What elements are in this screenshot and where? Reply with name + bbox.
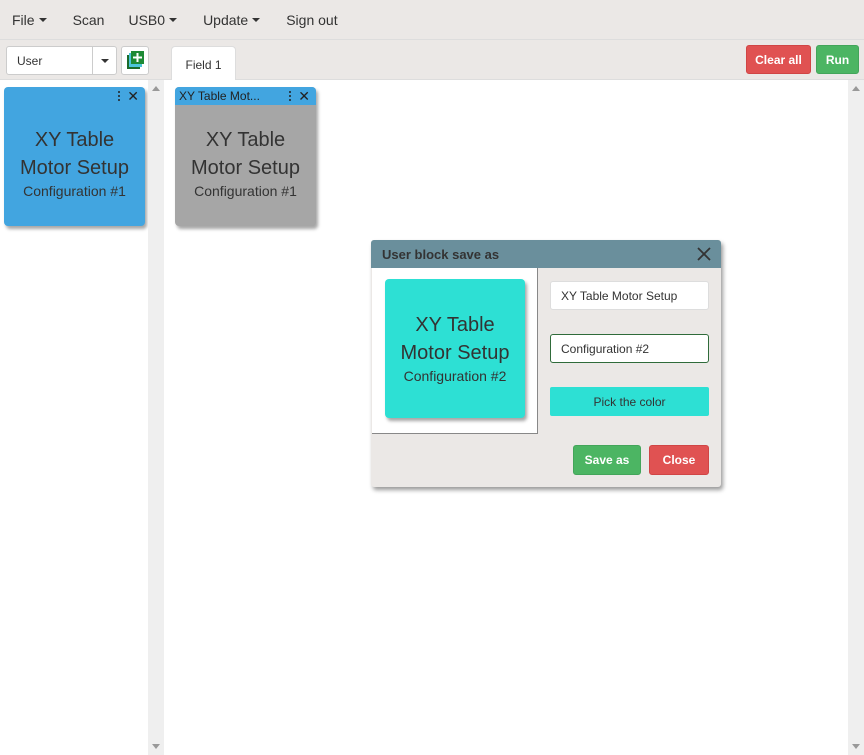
block-subtitle: Configuration #1: [23, 183, 126, 199]
block-title-line1: XY Table: [205, 129, 286, 151]
scroll-up-icon[interactable]: [852, 86, 860, 91]
run-button[interactable]: Run: [816, 45, 859, 74]
category-select[interactable]: User: [6, 46, 117, 75]
scroll-down-icon[interactable]: [152, 744, 160, 749]
block-subtitle-input[interactable]: Configuration #2: [550, 334, 709, 363]
select-arrow[interactable]: [92, 47, 116, 74]
block-subtitle: Configuration #1: [194, 183, 297, 199]
clear-all-label: Clear all: [755, 52, 802, 67]
block-title-line2: Motor Setup: [191, 157, 300, 179]
menu-file[interactable]: File: [12, 12, 47, 28]
block-title-line1: XY Table: [34, 129, 115, 151]
workspace-block-header-label: XY Table Mot...: [179, 89, 260, 103]
menu-bar: File Scan USB0 Update Sign out: [0, 0, 864, 40]
add-block-icon: [127, 51, 144, 69]
block-name-value: XY Table Motor Setup: [561, 288, 678, 303]
menu-usb0-label: USB0: [128, 11, 166, 28]
pick-color-label: Pick the color: [593, 394, 666, 409]
more-vertical-icon[interactable]: [288, 89, 292, 103]
sidebar-scrollbar[interactable]: [148, 80, 164, 755]
clear-all-button[interactable]: Clear all: [746, 45, 811, 74]
preview-subtitle: Configuration #2: [403, 368, 507, 384]
menu-usb0[interactable]: USB0: [128, 11, 178, 28]
caret-down-icon: [169, 17, 178, 22]
workspace-scrollbar[interactable]: [848, 80, 864, 755]
menu-scan-label: Scan: [72, 11, 105, 28]
block-preview: XY Table Motor Setup Configuration #2: [385, 279, 525, 418]
block-palette: ✕ XY Table Motor Setup Configuration #1: [0, 80, 148, 755]
menu-update[interactable]: Update: [203, 11, 261, 28]
category-select-value: User: [17, 53, 43, 68]
tab-field-1[interactable]: Field 1: [171, 46, 236, 81]
close-icon[interactable]: [695, 245, 713, 263]
caret-down-icon: [252, 17, 261, 22]
dialog-header[interactable]: User block save as: [371, 240, 721, 268]
menu-file-label: File: [12, 11, 35, 28]
block-actions: ✕: [117, 89, 139, 103]
close-label: Close: [662, 453, 696, 467]
close-icon[interactable]: ✕: [298, 89, 310, 103]
run-label: Run: [825, 52, 850, 67]
scroll-up-icon[interactable]: [152, 86, 160, 91]
save-as-button[interactable]: Save as: [573, 445, 641, 475]
preview-title-line2: Motor Setup: [400, 342, 510, 364]
add-block-button[interactable]: [121, 46, 149, 75]
workspace-block[interactable]: XY Table Mot... ✕ XY Table Motor Setup C…: [175, 87, 316, 226]
tab-field-1-label: Field 1: [185, 58, 222, 72]
block-subtitle-value: Configuration #2: [561, 341, 650, 356]
block-preview-pane: XY Table Motor Setup Configuration #2: [372, 268, 538, 434]
dialog-title: User block save as: [382, 246, 500, 262]
close-button[interactable]: Close: [649, 445, 709, 475]
palette-block[interactable]: ✕ XY Table Motor Setup Configuration #1: [4, 87, 145, 226]
workspace-block-header[interactable]: XY Table Mot... ✕: [175, 87, 316, 105]
menu-update-label: Update: [203, 11, 249, 28]
menu-scan[interactable]: Scan: [73, 12, 105, 28]
caret-down-icon: [38, 17, 47, 22]
block-title-line2: Motor Setup: [20, 157, 129, 179]
more-vertical-icon[interactable]: [117, 89, 121, 103]
close-icon[interactable]: ✕: [127, 89, 139, 103]
menu-sign-out-label: Sign out: [286, 11, 338, 28]
save-as-dialog: User block save as XY Table Motor Setup …: [371, 240, 721, 487]
menu-sign-out[interactable]: Sign out: [286, 12, 337, 28]
save-as-label: Save as: [584, 453, 630, 467]
preview-title-line1: XY Table: [415, 314, 495, 336]
block-name-input[interactable]: XY Table Motor Setup: [550, 281, 709, 310]
scroll-down-icon[interactable]: [852, 744, 860, 749]
toolbar: User: [0, 40, 864, 80]
block-actions: ✕: [288, 89, 310, 103]
pick-color-button[interactable]: Pick the color: [550, 387, 709, 416]
caret-down-icon: [100, 58, 109, 63]
